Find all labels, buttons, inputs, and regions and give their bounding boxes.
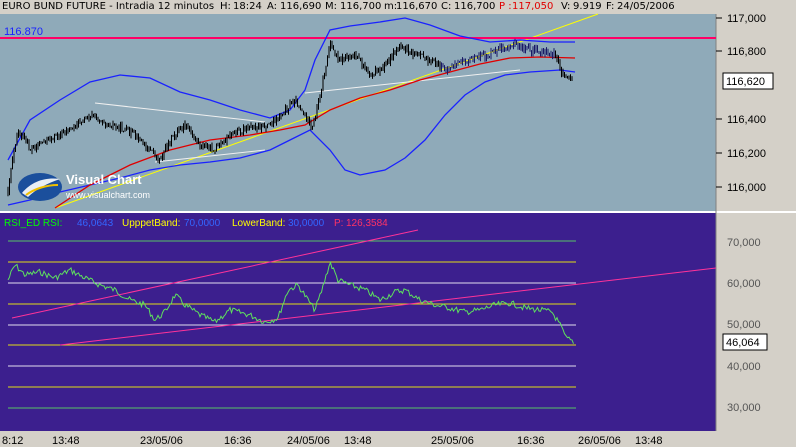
price-tick-116200: 116,200 (727, 148, 766, 160)
price-tick-116000: 116,000 (727, 182, 766, 194)
upper-band-label: UpppetBand: (122, 218, 180, 229)
lower-band-label: LowerBand: (232, 218, 285, 229)
logo-url: www.visualchart.com (65, 190, 150, 200)
lower-band-value: 30,0000 (288, 218, 325, 229)
time-label-2: 23/05/06 (140, 435, 183, 447)
rsi-tick-40: 40,000 (727, 361, 761, 373)
time-label-0: 8:12 (2, 435, 23, 447)
rsi-tick-30: 30,000 (727, 402, 761, 414)
visual-chart-logo: Visual Chart www.visualchart.com (12, 167, 162, 207)
rsi-p-value: 126,3584 (346, 218, 388, 229)
time-label-4: 24/05/06 (287, 435, 330, 447)
rsi-tick-50: 50,000 (727, 319, 761, 331)
price-tick-117000: 117,000 (727, 13, 766, 25)
time-label-3: 16:36 (224, 435, 252, 447)
last-rsi-label: 46,064 (726, 337, 760, 349)
rsi-panel-bg (0, 213, 716, 431)
last-price-label: 116,620 (726, 76, 765, 88)
rsi-p-label: P: (334, 218, 343, 229)
time-label-8: 26/05/06 (578, 435, 621, 447)
upper-band-value: 70,0000 (184, 218, 221, 229)
price-tick-116800: 116,800 (727, 46, 766, 58)
rsi-legend-value: 46,0643 (77, 218, 114, 229)
rsi-tick-60: 60,000 (727, 278, 761, 290)
rsi-legend-name: RSI_ED RSI: (4, 218, 62, 229)
time-label-7: 16:36 (517, 435, 545, 447)
ref-line-label: 116.870 (4, 26, 43, 38)
time-label-9: 13:48 (635, 435, 663, 447)
time-axis-bg (0, 431, 796, 447)
time-label-1: 13:48 (52, 435, 80, 447)
chart-canvas[interactable]: 117,000 116,800 116,400 116,200 116,000 … (0, 0, 796, 447)
time-label-5: 13:48 (344, 435, 372, 447)
logo-icon: Visual Chart www.visualchart.com (18, 172, 150, 201)
rsi-tick-70: 70,000 (727, 237, 761, 249)
price-tick-116400: 116,400 (727, 114, 766, 126)
chart-window: EURO BUND FUTURE - Intradia 12 minutos H… (0, 0, 796, 447)
time-label-6: 25/05/06 (431, 435, 474, 447)
logo-name: Visual Chart (66, 172, 142, 187)
